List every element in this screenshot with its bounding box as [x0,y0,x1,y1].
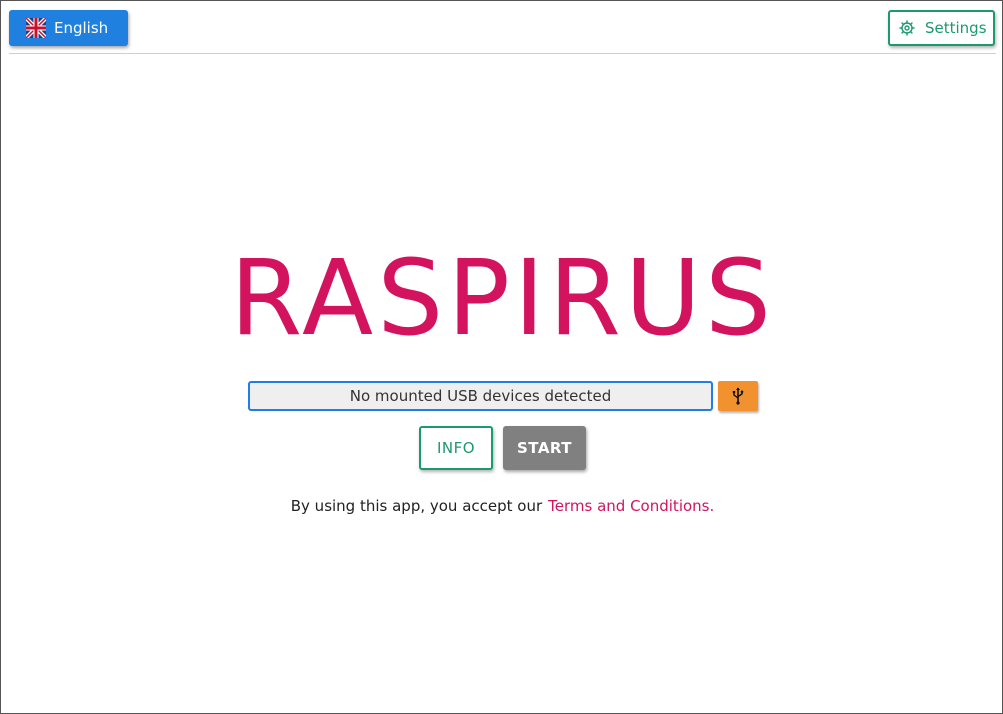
app-window: English Settings RASPIRUS No mounted USB… [0,0,1003,714]
terms-notice: By using this app, you accept our Terms a… [1,497,1003,515]
usb-button[interactable] [718,381,758,411]
language-button[interactable]: English [9,10,128,46]
info-button[interactable]: INFO [419,426,493,470]
language-label: English [54,19,109,37]
settings-label: Settings [925,19,987,37]
uk-flag-icon [26,18,46,38]
terms-text: By using this app, you accept our [290,497,543,515]
usb-icon [732,387,744,405]
gear-icon [899,20,915,36]
settings-button[interactable]: Settings [888,10,995,46]
usb-device-select[interactable]: No mounted USB devices detected [248,381,713,411]
app-title: RASPIRUS [230,237,775,359]
terms-link[interactable]: Terms and Conditions. [548,497,714,515]
start-button[interactable]: START [503,426,586,470]
top-bar: English Settings [9,9,996,54]
